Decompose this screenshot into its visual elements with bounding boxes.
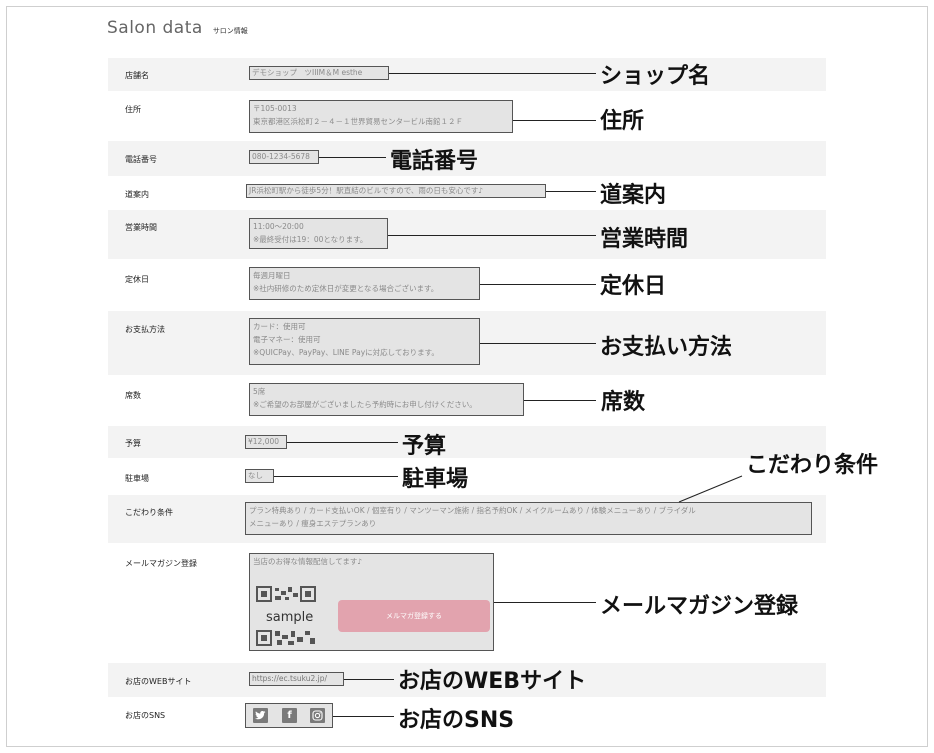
row-label: 住所 <box>125 105 141 114</box>
row-label: 予算 <box>125 439 141 448</box>
features-line1: プラン特典あり / カード支払いOK / 個室有り / マンツーマン施術 / 指… <box>249 506 696 515</box>
payment-line3: ※QUICPay、PayPay、LINE Payに対応しております。 <box>253 348 439 357</box>
row-label: お店のWEBサイト <box>125 677 192 686</box>
budget-value: ¥12,000 <box>245 435 287 449</box>
callout-line <box>480 343 596 344</box>
callout-line <box>388 235 596 236</box>
annotation-features: こだわり条件 <box>746 453 879 478</box>
address-line1: 〒105-0013 <box>253 104 297 113</box>
payment-line1: カード：使用可 <box>253 322 306 331</box>
annotation-budget: 予算 <box>402 434 447 459</box>
annotation-seats: 席数 <box>601 390 646 415</box>
hours-line2: ※最終受付は19：00となります。 <box>253 235 368 244</box>
callout-line <box>287 442 398 443</box>
features-value: プラン特典あり / カード支払いOK / 個室有り / マンツーマン施術 / 指… <box>245 502 812 535</box>
directions-value: JR浜松町駅から徒歩5分！駅直結のビルですので、雨の日も安心です♪ <box>246 184 546 198</box>
callout-line <box>513 120 596 121</box>
annotation-sns: お店のSNS <box>398 708 515 733</box>
callout-line <box>480 284 596 285</box>
twitter-icon[interactable] <box>253 708 268 723</box>
features-line2: メニューあり / 痩身エステプランあり <box>249 519 377 528</box>
seats-value: 5席 ※ご希望のお部屋がございましたら予約時にお申し付けください。 <box>249 383 524 416</box>
row-label: こだわり条件 <box>125 508 173 517</box>
annotation-phone: 電話番号 <box>390 149 479 174</box>
row-shop-name: 店舗名 <box>108 58 826 91</box>
row-label: お支払方法 <box>125 325 165 334</box>
callout-line <box>344 679 394 680</box>
annotation-closed: 定休日 <box>600 274 667 299</box>
payment-line2: 電子マネー：使用可 <box>253 335 321 344</box>
mail-intro: 当店のお得な情報配信してます♪ <box>253 557 363 566</box>
closed-line1: 毎週月曜日 <box>253 271 291 280</box>
qr-sample-label: sample <box>264 610 316 625</box>
hours-value: 11:00〜20:00 ※最終受付は19：00となります。 <box>249 218 388 249</box>
address-line2: 東京都港区浜松町２－４－１世界貿易センタービル南館１２Ｆ <box>253 117 463 126</box>
shop-name-value: デモショップ ツIIIM＆M esthe <box>249 66 389 80</box>
callout-line <box>319 157 386 158</box>
instagram-icon[interactable] <box>310 708 325 723</box>
seats-line2: ※ご希望のお部屋がございましたら予約時にお申し付けください。 <box>253 400 477 409</box>
mail-register-button[interactable]: メルマガ登録する <box>338 600 490 632</box>
callout-line <box>546 191 596 192</box>
closed-value: 毎週月曜日 ※社内研修のため定休日が変更となる場合ございます。 <box>249 267 480 300</box>
callout-line <box>389 73 596 74</box>
annotation-shop-name: ショップ名 <box>600 64 711 89</box>
row-label: メールマガジン登録 <box>125 559 197 568</box>
address-value: 〒105-0013 東京都港区浜松町２－４－１世界貿易センタービル南館１２Ｆ <box>249 100 513 133</box>
annotation-payment: お支払い方法 <box>600 335 733 360</box>
annotation-web: お店のWEBサイト <box>398 669 587 694</box>
closed-line2: ※社内研修のため定休日が変更となる場合ございます。 <box>253 284 439 293</box>
annotation-hours: 営業時間 <box>600 227 689 252</box>
row-label: 駐車場 <box>125 474 149 483</box>
row-label: 定休日 <box>125 275 149 284</box>
phone-value: 080-1234-5678 <box>249 150 319 164</box>
page-title: Salon data <box>107 18 203 38</box>
row-label: 道案内 <box>125 190 149 199</box>
row-budget: 予算 <box>108 426 826 458</box>
row-label: 店舗名 <box>125 71 149 80</box>
annotation-mail: メールマガジン登録 <box>600 594 799 619</box>
payment-value: カード：使用可 電子マネー：使用可 ※QUICPay、PayPay、LINE P… <box>249 318 480 365</box>
callout-line <box>524 400 596 401</box>
row-label: お店のSNS <box>125 711 166 720</box>
callout-line <box>333 716 394 717</box>
facebook-icon[interactable]: f <box>282 708 297 723</box>
web-link[interactable]: https://ec.tsuku2.jp/ <box>249 672 344 686</box>
row-label: 席数 <box>125 391 141 400</box>
parking-value: なし <box>245 469 274 483</box>
page-subtitle: サロン情報 <box>212 27 248 35</box>
row-label: 営業時間 <box>125 223 157 232</box>
annotation-directions: 道案内 <box>600 183 667 208</box>
row-label: 電話番号 <box>125 155 157 164</box>
hours-line1: 11:00〜20:00 <box>253 222 304 231</box>
seats-line1: 5席 <box>253 387 266 396</box>
callout-diagonal-line <box>678 475 743 503</box>
page-header: Salon data サロン情報 <box>107 18 248 38</box>
callout-line <box>274 476 398 477</box>
annotation-address: 住所 <box>600 109 645 134</box>
annotation-parking: 駐車場 <box>402 467 469 492</box>
callout-line <box>494 602 596 603</box>
